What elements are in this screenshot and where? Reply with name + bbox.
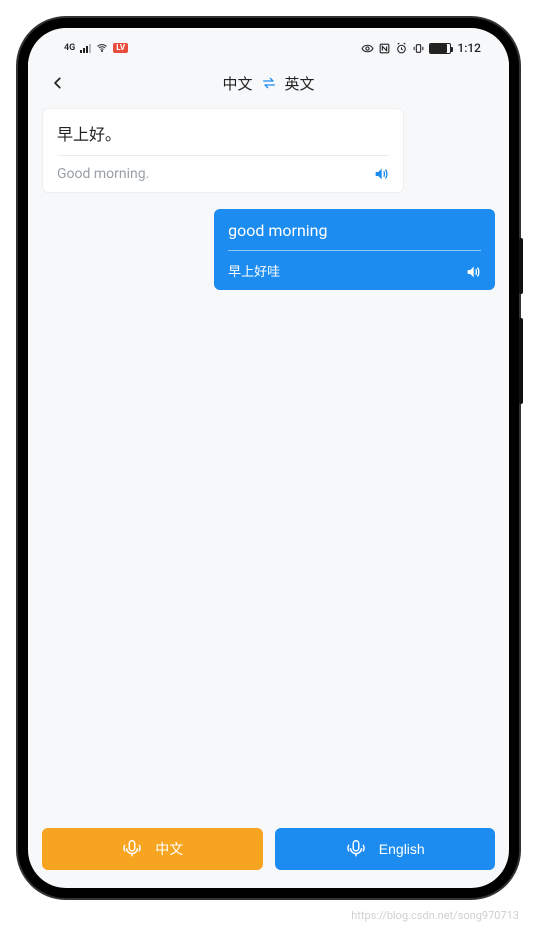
nfc-icon <box>378 42 391 55</box>
clock: 1:12 <box>457 41 481 55</box>
alarm-icon <box>395 42 408 55</box>
network-indicator: 4G <box>64 43 75 53</box>
mic-icon <box>345 838 367 860</box>
lang-from-label: 中文 <box>222 73 252 94</box>
rec-badge: LV <box>113 43 128 53</box>
message-source: 早上好。 <box>57 121 389 156</box>
button-label: 中文 <box>155 839 183 859</box>
play-audio-button[interactable] <box>371 164 391 184</box>
play-audio-button[interactable] <box>463 262 483 282</box>
voice-input-chinese-button[interactable]: 中文 <box>42 828 263 870</box>
vibrate-icon <box>412 42 425 55</box>
button-label: English <box>379 841 425 857</box>
voice-input-english-button[interactable]: English <box>275 828 496 870</box>
battery-icon <box>429 43 451 54</box>
language-pair[interactable]: 中文 英文 <box>74 73 463 94</box>
app-header: 中文 英文 <box>28 62 509 104</box>
swap-icon <box>261 77 277 89</box>
mic-icon <box>121 838 143 860</box>
eye-icon <box>361 42 374 55</box>
signal-bars-icon <box>80 44 91 53</box>
message-list: 早上好。 Good morning. good morning 早上好哇 <box>28 104 509 818</box>
voice-input-bar: 中文 English <box>28 818 509 888</box>
message-card[interactable]: good morning 早上好哇 <box>214 209 495 290</box>
message-target: Good morning. <box>57 156 389 182</box>
message-target: 早上好哇 <box>228 251 481 280</box>
lang-to-label: 英文 <box>285 73 315 94</box>
message-source: good morning <box>228 221 481 251</box>
message-card[interactable]: 早上好。 Good morning. <box>42 108 404 193</box>
status-bar: 4G LV 1:12 <box>28 34 509 62</box>
watermark: https://blog.csdn.net/song970713 <box>351 909 519 922</box>
wifi-icon <box>96 42 108 54</box>
back-button[interactable] <box>42 67 74 99</box>
